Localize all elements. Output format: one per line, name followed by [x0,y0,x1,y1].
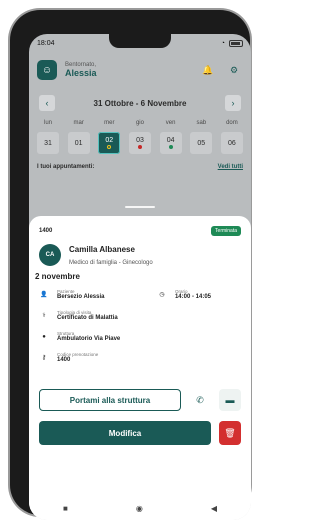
app-screen: 18:04 ◔ ☺ Bentornato, Alessia 🔔 ⚙ ‹ 31 O… [29,34,251,520]
day-label: mar [73,120,84,126]
patient-info: 👤 Paziente Bersezio Alessia [29,289,114,300]
visit-icon: ⚕ [42,313,46,319]
location-icon: ● [42,333,46,340]
time-value: 14:00 - 14:05 [174,294,211,300]
bell-icon[interactable]: 🔔 [199,61,217,79]
date-cell[interactable]: 01 [67,132,90,154]
day-label: mer [104,120,115,126]
date-number: 04 [166,137,175,144]
booking-value: 1400 [57,357,71,363]
user-avatar-icon[interactable]: ☺ [37,60,57,80]
edit-button[interactable]: Modifica [39,421,211,445]
status-dot [107,145,112,149]
person-icon: 👤 [40,292,48,298]
nav-circle-icon[interactable]: ◉ [136,504,143,513]
doctor-name: Camilla Albanese [69,244,135,254]
date-cell[interactable]: 03 [128,132,151,154]
sheet-grab-handle[interactable] [125,206,155,208]
week-selector: ‹ 31 Ottobre - 6 Novembre › [39,92,241,114]
app-header: ☺ Bentornato, Alessia 🔔 ⚙ [29,52,251,88]
appointment-date: 2 novembre [35,272,80,281]
day-label: gio [135,120,144,126]
view-all-link[interactable]: Vedi tutti [218,164,243,170]
day-label: lun [43,120,52,126]
patient-time-row: 👤 Paziente Bersezio Alessia ◷ Orario 14:… [29,289,251,300]
phone-frame: 18:04 ◔ ☺ Bentornato, Alessia 🔔 ⚙ ‹ 31 O… [10,10,251,520]
action-row-1: Portami alla struttura ✆ ▬ [29,389,251,411]
status-badge: Terminata [211,226,241,236]
phone-icon[interactable]: ✆ [189,389,211,411]
appointments-bar: I tuoi appuntamenti: Vedi tutti [29,154,251,174]
appointment-code: 1400 [39,228,53,234]
date-number: 31 [44,139,52,147]
camera-notch [109,34,171,48]
battery-icon [229,39,243,47]
date-number: 03 [136,137,144,144]
day-label: ven [165,120,176,126]
date-number: 05 [197,139,206,147]
day-label: sab [196,120,207,126]
status-dot [137,145,142,149]
status-time: 18:04 [37,39,55,47]
go-to-structure-button[interactable]: Portami alla struttura [39,389,181,411]
trash-icon[interactable]: 🗑 [219,421,241,445]
visit-value: Certificato di Malattia [57,315,118,321]
doctor-row: CA Camilla Albanese Medico di famiglia -… [29,236,251,266]
date-cell[interactable]: 06 [220,132,243,154]
clock-icon: ◷ [159,292,165,298]
user-name: Alessia [65,68,97,78]
structure-value: Ambulatorio Via Piave [57,336,121,342]
appointments-title: I tuoi appuntamenti: [37,164,95,170]
doctor-avatar: CA [39,244,61,266]
date-number: 02 [105,137,114,144]
date-number: 06 [228,139,236,147]
android-nav-bar: ■ ◉ ◀ [29,496,251,520]
chat-icon[interactable]: ▬ [219,389,241,411]
structure-info: ● Struttura Ambulatorio Via Piave [29,331,251,342]
booking-info: ⚷ Codice prenotazione 1400 [29,352,251,363]
date-cell-selected[interactable]: 02 [98,132,121,154]
nav-back-icon[interactable]: ◀ [211,504,217,513]
date-number: 01 [74,139,83,147]
date-cell[interactable]: 31 [37,132,59,154]
patient-value: Bersezio Alessia [57,294,105,300]
date-row: 31 01 02 03 04 05 06 [29,126,251,154]
action-row-2: Modifica 🗑 [29,421,251,445]
day-label: dom [226,120,238,126]
chevron-left-icon[interactable]: ‹ [39,95,55,111]
key-icon: ⚷ [41,355,47,361]
chevron-right-icon[interactable]: › [224,95,241,111]
time-info: ◷ Orario 14:00 - 14:05 [147,289,221,300]
appointment-sheet: 1400 Terminata CA Camilla Albanese Medic… [29,216,251,520]
welcome-block: Bentornato, Alessia [65,62,191,78]
settings-icon[interactable]: ⚙ [225,61,243,79]
doctor-specialty: Medico di famiglia - Ginecologo [69,259,153,266]
sheet-header: 1400 Terminata [29,216,251,236]
wifi-icon: ◔ [220,39,225,47]
status-dot [168,145,173,149]
date-cell[interactable]: 05 [190,132,213,154]
week-range: 31 Ottobre - 6 Novembre [93,98,187,108]
visit-info: ⚕ Tipologia di visita Certificato di Mal… [29,310,251,321]
nav-square-icon[interactable]: ■ [63,504,68,513]
date-cell[interactable]: 04 [159,132,182,154]
